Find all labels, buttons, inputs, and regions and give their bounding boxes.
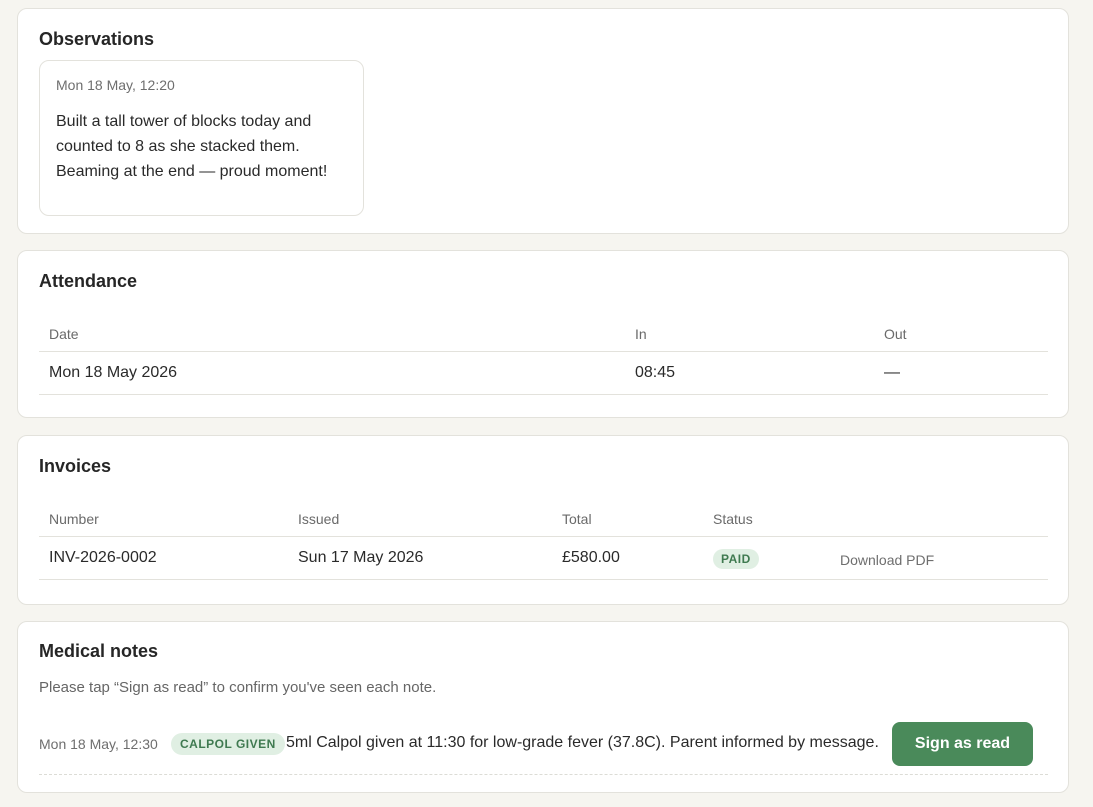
observation-item: Mon 18 May, 12:20 Built a tall tower of …: [39, 60, 364, 216]
column-header-number: Number: [49, 511, 99, 527]
medical-note-text: 5ml Calpol given at 11:30 for low-grade …: [286, 734, 879, 751]
medical-note-time: Mon 18 May, 12:30: [39, 736, 158, 752]
invoice-total: £580.00: [562, 549, 620, 566]
sign-as-read-button[interactable]: Sign as read: [892, 722, 1033, 766]
observations-title: Observations: [39, 29, 155, 49]
medical-notes-title: Medical notes: [39, 641, 159, 661]
attendance-in: 08:45: [635, 364, 676, 381]
invoices-title: Invoices: [39, 456, 112, 476]
column-header-out: Out: [884, 326, 907, 342]
medical-notes-intro: Please tap “Sign as read” to confirm you…: [39, 679, 437, 696]
status-badge: PAID: [713, 549, 759, 569]
observation-time: Mon 18 May, 12:20: [56, 77, 175, 93]
column-header-issued: Issued: [298, 511, 340, 527]
medical-notes-card: Medical notes Please tap “Sign as read” …: [17, 621, 1069, 793]
observations-card: Observations Mon 18 May, 12:20 Built a t…: [17, 8, 1069, 234]
attendance-title: Attendance: [39, 271, 138, 291]
column-header-in: In: [635, 326, 647, 342]
invoices-table: Number Issued Total Status INV-2026-0002…: [39, 497, 1048, 580]
invoices-header-row: Number Issued Total Status: [39, 497, 1048, 537]
invoice-number: INV-2026-0002: [49, 549, 157, 566]
column-header-date: Date: [49, 326, 79, 342]
download-pdf-link[interactable]: Download PDF: [840, 552, 934, 568]
attendance-header-row: Date In Out: [39, 312, 1048, 352]
observation-text: Built a tall tower of blocks today and c…: [56, 113, 328, 180]
medical-note-tag: CALPOL GIVEN: [171, 733, 285, 755]
invoices-card: Invoices Number Issued Total Status INV-…: [17, 435, 1069, 605]
column-header-total: Total: [562, 511, 592, 527]
table-row: Mon 18 May 2026 08:45 —: [39, 352, 1048, 395]
attendance-table: Date In Out Mon 18 May 2026 08:45 —: [39, 312, 1048, 395]
attendance-date: Mon 18 May 2026: [49, 364, 178, 381]
medical-note-row: Mon 18 May, 12:30 CALPOL GIVEN 5ml Calpo…: [39, 714, 1048, 775]
column-header-status: Status: [713, 511, 753, 527]
invoice-issued: Sun 17 May 2026: [298, 549, 424, 566]
table-row: INV-2026-0002 Sun 17 May 2026 £580.00 PA…: [39, 537, 1048, 580]
attendance-card: Attendance Date In Out Mon 18 May 2026 0…: [17, 250, 1069, 418]
attendance-out: —: [884, 364, 900, 381]
